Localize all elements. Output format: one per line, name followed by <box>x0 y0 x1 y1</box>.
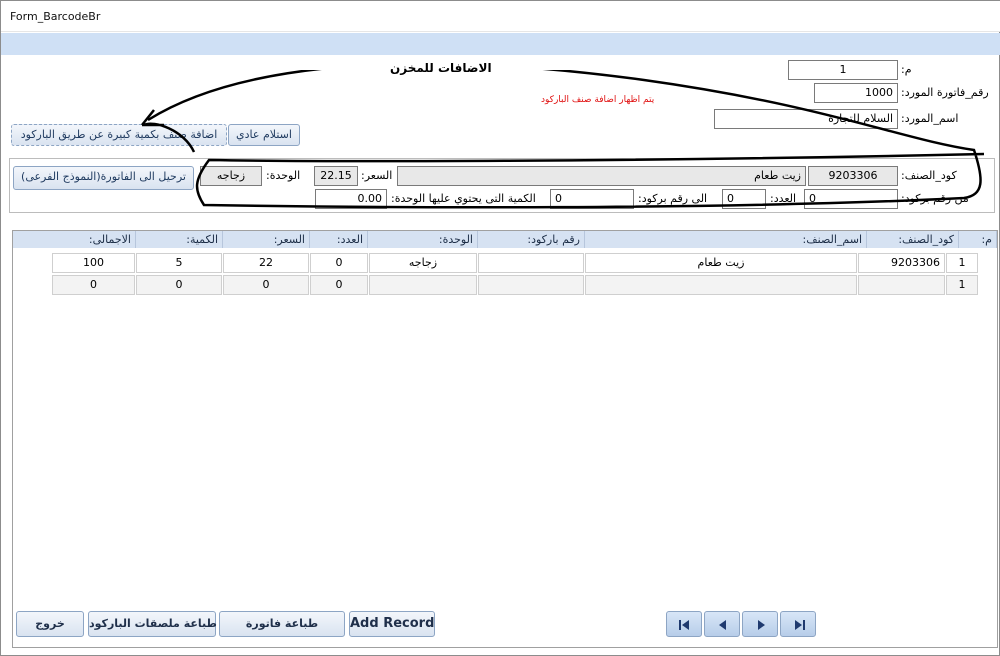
form-window: Form_BarcodeBr الاضافات للمخزن يتم اظهار… <box>0 0 1000 656</box>
cell-m[interactable]: 1 <box>946 253 978 273</box>
col-header-barcode: رقم باركود: <box>478 231 585 248</box>
form-body: الاضافات للمخزن يتم اظهار اضافة صنف البا… <box>4 55 998 655</box>
items-grid: م: كود_الصنف: اسم_الصنف: رقم باركود: الو… <box>12 230 998 648</box>
cell-total[interactable]: 0 <box>52 275 135 295</box>
cell-name[interactable] <box>585 275 857 295</box>
col-header-code: كود_الصنف: <box>867 231 959 248</box>
print-barcode-labels-button[interactable]: طباعة ملصقات الباركود <box>88 611 217 637</box>
col-header-price: السعر: <box>223 231 310 248</box>
col-header-name: اسم_الصنف: <box>585 231 867 248</box>
cell-code[interactable] <box>858 275 945 295</box>
cell-barcode[interactable] <box>478 275 584 295</box>
cell-unit[interactable] <box>369 275 477 295</box>
col-header-count: العدد: <box>310 231 368 248</box>
cell-unit[interactable]: زجاجه <box>369 253 477 273</box>
col-header-m: م: <box>959 231 997 248</box>
cell-count[interactable]: 0 <box>310 253 368 273</box>
col-header-total: الاجمالى: <box>13 231 136 248</box>
title-bar: Form_BarcodeBr <box>1 1 1000 32</box>
col-header-unit: الوحدة: <box>368 231 478 248</box>
window-title: Form_BarcodeBr <box>10 10 101 23</box>
cell-m[interactable]: 1 <box>946 275 978 295</box>
header-band <box>1 33 1000 55</box>
cell-name[interactable]: زيت طعام <box>585 253 857 273</box>
cell-code[interactable]: 9203306 <box>858 253 945 273</box>
cell-price[interactable]: 0 <box>223 275 309 295</box>
annotation-scribble <box>141 70 985 209</box>
next-record-icon[interactable] <box>742 611 778 637</box>
cell-count[interactable]: 0 <box>310 275 368 295</box>
add-record-button[interactable]: Add Record <box>349 611 435 637</box>
exit-button[interactable]: خروج <box>16 611 84 637</box>
previous-record-icon[interactable] <box>704 611 740 637</box>
first-record-icon[interactable] <box>666 611 702 637</box>
cell-price[interactable]: 22 <box>223 253 309 273</box>
cell-qty[interactable]: 5 <box>136 253 222 273</box>
cell-barcode[interactable] <box>478 253 584 273</box>
cell-total[interactable]: 100 <box>52 253 135 273</box>
last-record-icon[interactable] <box>780 611 816 637</box>
print-invoice-button[interactable]: طباعة فاتورة <box>219 611 345 637</box>
col-header-qty: الكمية: <box>136 231 223 248</box>
cell-qty[interactable]: 0 <box>136 275 222 295</box>
